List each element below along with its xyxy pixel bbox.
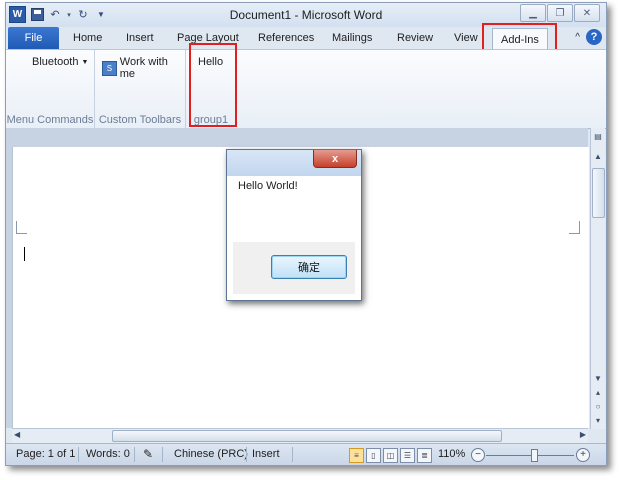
work-with-me-button[interactable]: S Work with me: [102, 56, 185, 80]
dialog-message: Hello World!: [238, 180, 298, 192]
vertical-scrollbar[interactable]: ▤ ▲ ▼ ▴ ○ ▾: [590, 128, 605, 429]
status-divider: [134, 447, 135, 462]
zoom-in-icon[interactable]: +: [576, 448, 590, 462]
tab-file[interactable]: File: [8, 27, 59, 49]
tab-review[interactable]: Review: [397, 27, 433, 49]
scroll-left-icon[interactable]: ◀: [14, 430, 20, 439]
proofing-icon[interactable]: ✎: [143, 447, 153, 461]
tab-mailings[interactable]: Mailings: [332, 27, 372, 49]
minimize-button[interactable]: ▁: [520, 4, 546, 22]
tab-insert[interactable]: Insert: [126, 27, 154, 49]
word-count[interactable]: Words: 0: [86, 448, 130, 460]
status-divider: [162, 447, 163, 462]
scroll-up-icon[interactable]: ▲: [592, 150, 604, 162]
text-cursor: [24, 247, 25, 261]
zoom-slider[interactable]: [486, 455, 574, 456]
ribbon-right-icons: ^ ?: [575, 29, 602, 45]
bluetooth-menu-button[interactable]: Bluetooth ▼: [32, 56, 88, 68]
close-icon: ✕: [582, 7, 592, 19]
horizontal-scroll-thumb[interactable]: [112, 430, 502, 442]
draft-icon[interactable]: ≣: [417, 448, 432, 463]
dialog-footer: 确定: [233, 242, 355, 294]
insert-mode-indicator[interactable]: Insert: [252, 448, 280, 460]
zoom-level[interactable]: 110%: [438, 448, 465, 460]
status-divider: [78, 447, 79, 462]
work-with-me-icon: S: [102, 60, 117, 76]
window-title: Document1 - Microsoft Word: [229, 8, 383, 22]
horizontal-scrollbar[interactable]: ◀ ▶: [12, 428, 588, 443]
tab-home[interactable]: Home: [73, 27, 102, 49]
group-menu-commands: Bluetooth ▼ Menu Commands: [6, 50, 95, 128]
next-page-icon[interactable]: ▾: [592, 414, 604, 426]
ok-button[interactable]: 确定: [271, 255, 347, 279]
ribbon-panel: Bluetooth ▼ Menu Commands S Work with me…: [6, 49, 606, 129]
page-margin-mark-right: [569, 221, 580, 234]
message-dialog: x Hello World! 确定: [226, 149, 362, 301]
group1-highlight-box: [189, 43, 237, 127]
tab-references[interactable]: References: [258, 27, 314, 49]
dialog-close-button[interactable]: x: [313, 150, 357, 168]
group-custom-toolbars: S Work with me Custom Toolbars: [95, 50, 186, 128]
print-layout-icon[interactable]: ≡: [349, 448, 364, 463]
page-margin-mark-left: [16, 221, 27, 234]
work-with-me-label: Work with me: [119, 56, 168, 80]
group-label-custom-toolbars: Custom Toolbars: [98, 114, 182, 126]
status-divider: [292, 447, 293, 462]
restore-icon: ❐: [555, 7, 565, 19]
full-screen-reading-icon[interactable]: ▯: [366, 448, 381, 463]
scroll-down-icon[interactable]: ▼: [592, 372, 604, 384]
status-divider: [246, 447, 247, 462]
page-count[interactable]: Page: 1 of 1: [16, 448, 75, 460]
browse-object-icon[interactable]: ○: [592, 400, 604, 412]
vertical-scroll-thumb[interactable]: [592, 168, 605, 218]
zoom-out-icon[interactable]: −: [471, 448, 485, 462]
previous-page-icon[interactable]: ▴: [592, 386, 604, 398]
restore-button[interactable]: ❐: [547, 4, 573, 22]
scroll-right-icon[interactable]: ▶: [580, 430, 586, 439]
language-indicator[interactable]: Chinese (PRC): [174, 448, 248, 460]
minimize-icon: ▁: [529, 7, 537, 19]
dialog-title-bar: x: [227, 150, 361, 176]
zoom-slider-thumb[interactable]: [531, 449, 539, 462]
group-label-menu-commands: Menu Commands: [6, 114, 94, 126]
ruler-toggle-icon[interactable]: ▤: [592, 130, 604, 142]
web-layout-icon[interactable]: ◫: [383, 448, 398, 463]
outline-icon[interactable]: ☰: [400, 448, 415, 463]
chevron-down-icon: ▼: [81, 58, 89, 66]
close-button[interactable]: ✕: [574, 4, 600, 22]
tab-view[interactable]: View: [454, 27, 478, 49]
status-bar: Page: 1 of 1 Words: 0 ✎ Chinese (PRC) In…: [6, 443, 606, 465]
minimize-ribbon-icon[interactable]: ^: [575, 32, 580, 43]
bluetooth-label: Bluetooth: [32, 56, 79, 68]
window-controls: ▁ ❐ ✕: [520, 4, 600, 22]
close-icon: x: [331, 152, 339, 165]
help-icon[interactable]: ?: [586, 29, 602, 45]
